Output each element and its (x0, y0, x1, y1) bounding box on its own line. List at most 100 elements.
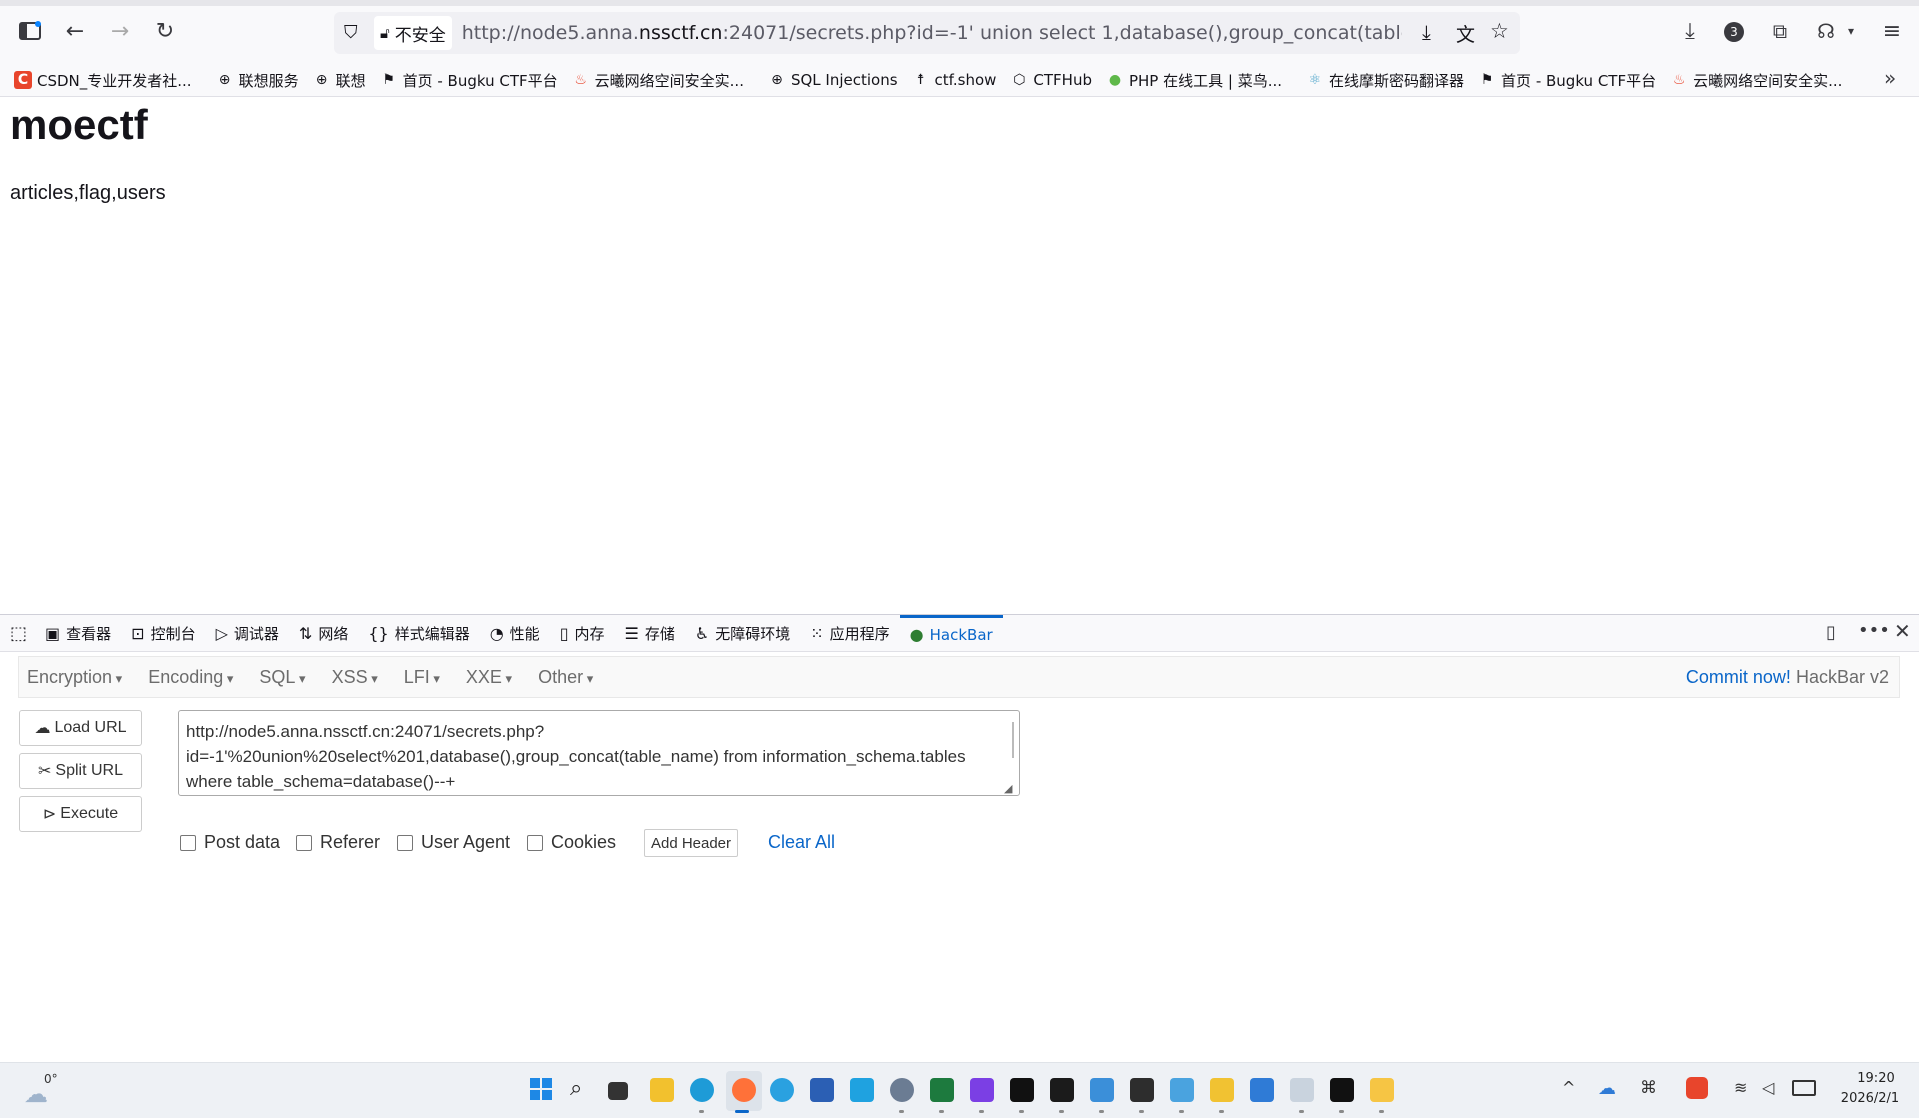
tab-network[interactable]: ⇅ 网络 (289, 615, 358, 651)
bookmark-sql-injections[interactable]: ⊕ SQL Injections (768, 71, 897, 89)
bookmark-star-icon[interactable]: ☆ (1490, 19, 1509, 43)
firefox-icon[interactable] (732, 1078, 756, 1102)
sidebar-toggle-icon[interactable] (12, 13, 48, 49)
referer-option[interactable]: Referer (296, 832, 380, 853)
bookmark-ctfhub[interactable]: ⬡ CTFHub (1010, 71, 1092, 89)
user-agent-option[interactable]: User Agent (397, 832, 510, 853)
dock-toggle-icon[interactable]: ▯ (1826, 622, 1836, 643)
edge-dev-icon[interactable] (770, 1078, 794, 1102)
tab-application[interactable]: ⁙ 应用程序 (800, 615, 899, 651)
reload-icon[interactable]: ↻ (147, 13, 183, 49)
commit-link[interactable]: Commit now! (1686, 667, 1791, 687)
tab-console[interactable]: ⊡ 控制台 (121, 615, 205, 651)
music-app-icon[interactable] (1010, 1078, 1034, 1102)
pycharm-icon[interactable] (1050, 1078, 1074, 1102)
url-bar[interactable]: ⛉ 🔓︎ 不安全 http://node5.anna.nssctf.cn:240… (334, 12, 1520, 54)
shield-icon[interactable]: ⛉ (344, 22, 358, 43)
menu-encoding[interactable]: Encoding (148, 667, 233, 688)
remote-app-icon[interactable] (1090, 1078, 1114, 1102)
burp-icon[interactable] (1330, 1078, 1354, 1102)
account-badge[interactable]: 3 (1724, 22, 1744, 42)
menu-xss[interactable]: XSS (332, 667, 378, 688)
vscode-icon[interactable] (850, 1078, 874, 1102)
bookmark-bugku[interactable]: ⚑ 首页 - Bugku CTF平台 (380, 70, 557, 91)
bookmark-runoob[interactable]: ● PHP 在线工具 | 菜鸟... (1106, 70, 1282, 91)
menu-encryption[interactable]: Encryption (27, 667, 122, 688)
python-icon[interactable] (1210, 1078, 1234, 1102)
onedrive-icon[interactable]: ☁ (1598, 1078, 1616, 1099)
menu-xxe[interactable]: XXE (466, 667, 512, 688)
task-view-icon[interactable] (608, 1082, 628, 1100)
extensions-icon[interactable]: ⧉ (1762, 13, 1798, 49)
bookmark-yunxi-2[interactable]: ♨ 云曦网络空间安全实... (1670, 70, 1843, 91)
photos-icon[interactable] (1250, 1078, 1274, 1102)
clock-date[interactable]: 2026/2/1 (1830, 1091, 1910, 1106)
cookies-checkbox[interactable] (527, 834, 543, 851)
close-devtools-icon[interactable]: ✕ (1894, 619, 1911, 643)
clock-time[interactable]: 19:20 (1846, 1071, 1906, 1086)
referer-checkbox[interactable] (296, 834, 312, 851)
tab-style-editor[interactable]: {} 样式编辑器 (358, 615, 479, 651)
add-header-button[interactable]: Add Header (644, 829, 738, 857)
folder-icon[interactable] (1370, 1078, 1394, 1102)
tab-hackbar[interactable]: ● HackBar (899, 615, 1003, 651)
insecure-indicator[interactable]: 🔓︎ 不安全 (374, 16, 452, 50)
notepad-icon[interactable] (1170, 1078, 1194, 1102)
tab-storage[interactable]: ☰ 存储 (615, 615, 685, 651)
bookmark-csdn[interactable]: C CSDN_专业开发者社... (14, 70, 192, 91)
resize-handle-icon[interactable]: ◢ (1004, 782, 1012, 795)
user-agent-checkbox[interactable] (397, 834, 413, 851)
bookmark-bugku-2[interactable]: ⚑ 首页 - Bugku CTF平台 (1478, 70, 1656, 91)
sogou-icon[interactable] (1686, 1077, 1708, 1099)
terminal-icon[interactable] (1130, 1078, 1154, 1102)
battery-icon[interactable] (1792, 1080, 1816, 1096)
tab-performance[interactable]: ◔ 性能 (480, 615, 550, 651)
post-data-option[interactable]: Post data (180, 832, 280, 853)
tab-memory[interactable]: ▯ 内存 (550, 615, 615, 651)
tab-inspector[interactable]: ▣ 查看器 (35, 615, 121, 651)
forward-icon[interactable]: → (102, 13, 138, 49)
file-explorer-icon[interactable] (650, 1078, 674, 1102)
textarea-scrollbar[interactable] (1012, 722, 1014, 758)
tab-accessibility[interactable]: ♿︎ 无障碍环境 (685, 615, 800, 651)
load-url-button[interactable]: ☁ Load URL (19, 710, 142, 746)
store-icon[interactable] (810, 1078, 834, 1102)
tray-overflow-icon[interactable]: ^ (1562, 1078, 1575, 1097)
hackbar-url-textarea[interactable]: http://node5.anna.nssctf.cn:24071/secret… (178, 710, 1020, 796)
bookmark-morse[interactable]: ⚛ 在线摩斯密码翻译器 (1306, 70, 1464, 91)
menu-sql[interactable]: SQL (259, 667, 305, 688)
split-url-button[interactable]: ✂ Split URL (19, 753, 142, 789)
menu-other[interactable]: Other (538, 667, 593, 688)
execute-button[interactable]: ⊳ Execute (19, 796, 142, 832)
search-icon[interactable]: ⌕ (570, 1076, 582, 1101)
bolt-app-icon[interactable] (970, 1078, 994, 1102)
chevron-down-icon[interactable]: ▾ (1848, 24, 1854, 38)
translate-icon[interactable]: 文 (1456, 20, 1475, 47)
menu-lfi[interactable]: LFI (404, 667, 440, 688)
bookmark-ctfshow[interactable]: ☨ ctf.show (912, 71, 997, 89)
url-text[interactable]: http://node5.anna.nssctf.cn:24071/secret… (462, 22, 1402, 44)
start-icon[interactable] (530, 1078, 552, 1100)
wifi-icon[interactable]: ≋ (1734, 1078, 1747, 1097)
element-picker-icon[interactable]: ⬚ (10, 623, 27, 644)
more-options-icon[interactable]: ••• (1858, 620, 1890, 641)
bookmarks-overflow-icon[interactable]: » (1884, 66, 1896, 90)
downloads-icon[interactable]: ⤓ (1672, 13, 1708, 49)
install-page-icon[interactable]: ⤓ (1422, 20, 1431, 44)
edge-icon[interactable] (690, 1078, 714, 1102)
tab-debugger[interactable]: ▷ 调试器 (206, 615, 289, 651)
bookmark-yunxi[interactable]: ♨ 云曦网络空间安全实... (572, 70, 744, 91)
paint-icon[interactable] (1290, 1078, 1314, 1102)
cookies-option[interactable]: Cookies (527, 832, 616, 853)
input-method-icon[interactable]: ⌘ (1640, 1078, 1657, 1098)
clear-all-link[interactable]: Clear All (768, 832, 835, 853)
bookmark-lenovo-service[interactable]: ⊕ 联想服务 (216, 70, 299, 91)
back-icon[interactable]: ← (57, 13, 93, 49)
menu-icon[interactable]: ≡ (1874, 13, 1910, 49)
excel-icon[interactable] (930, 1078, 954, 1102)
volume-icon[interactable]: ◁ (1762, 1078, 1774, 1097)
post-data-checkbox[interactable] (180, 834, 196, 851)
bookmark-lenovo[interactable]: ⊕ 联想 (313, 70, 366, 91)
settings-icon[interactable] (890, 1078, 914, 1102)
headphones-icon[interactable]: ☊ (1808, 13, 1844, 49)
